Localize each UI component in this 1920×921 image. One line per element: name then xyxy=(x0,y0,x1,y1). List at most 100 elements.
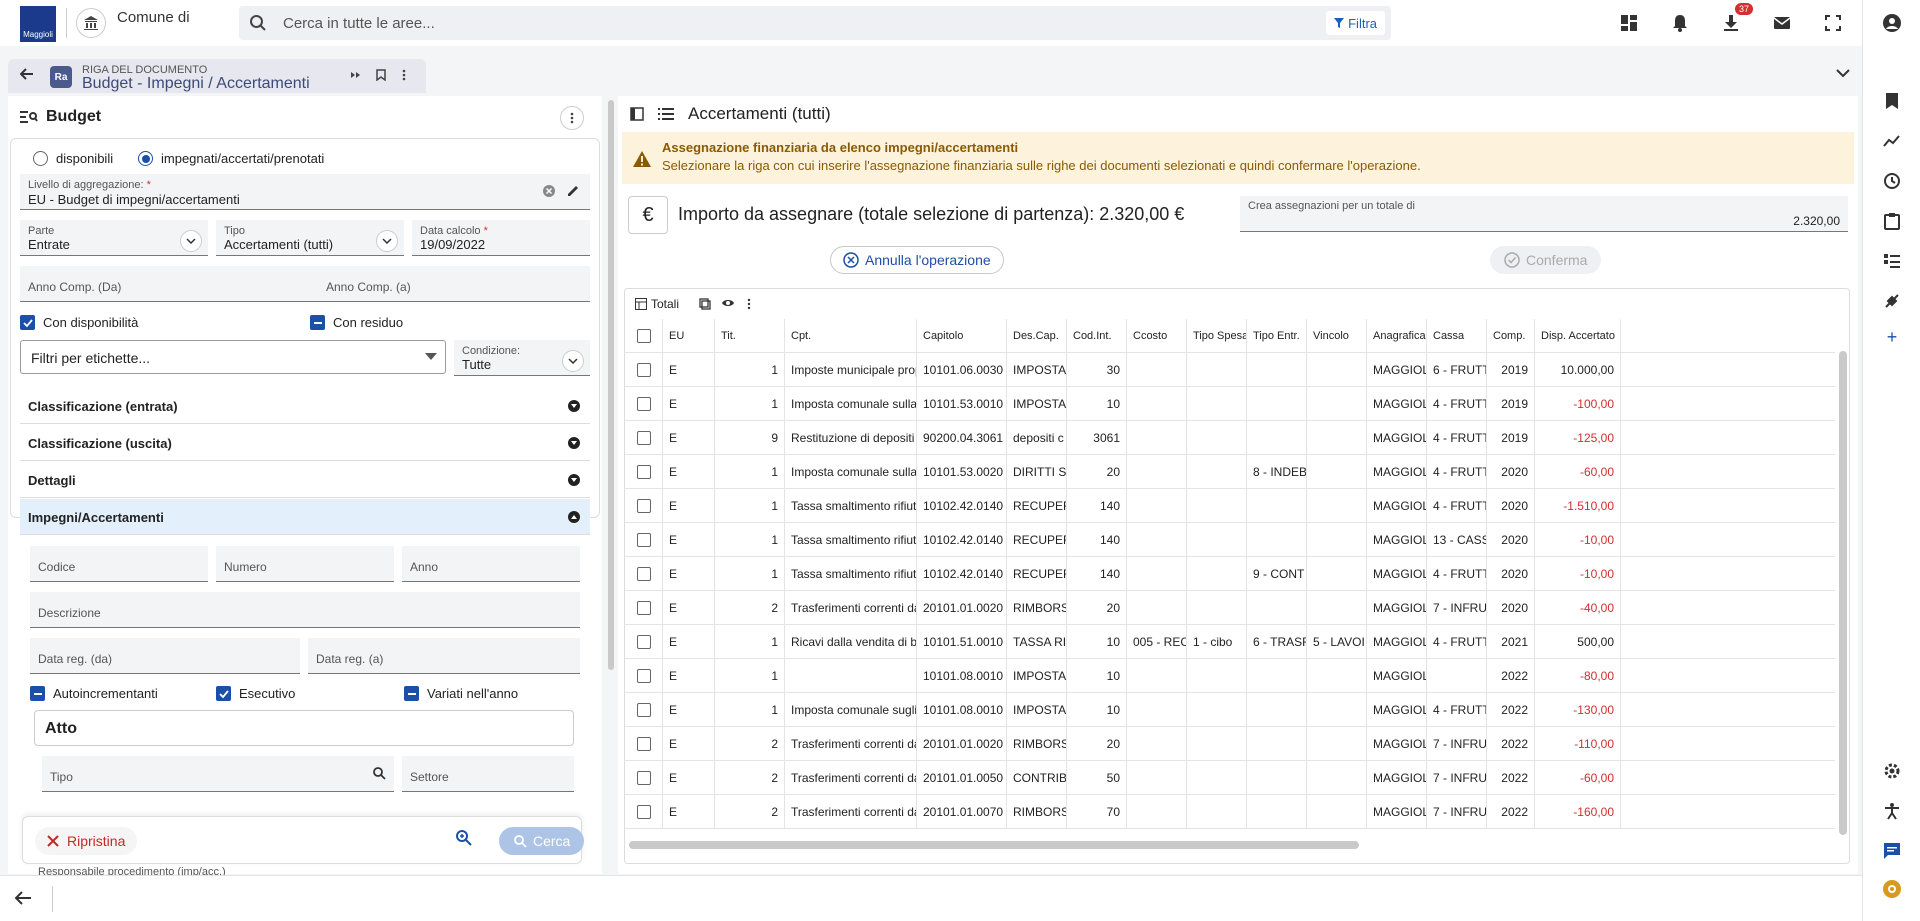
copy-icon[interactable] xyxy=(699,298,711,310)
radio-impegnati[interactable]: impegnati/accertati/prenotati xyxy=(138,151,324,166)
column-header[interactable]: Comp. xyxy=(1487,319,1535,353)
table-row[interactable]: E 1 Imposta comunale sulla 10101.53.0020 DIR… xyxy=(625,455,1835,489)
chevron-down-icon[interactable] xyxy=(180,230,202,252)
eye-icon[interactable] xyxy=(721,298,735,308)
column-header[interactable]: EU xyxy=(663,319,715,353)
clear-icon[interactable] xyxy=(542,184,556,198)
zoom-search-icon[interactable] xyxy=(455,829,473,847)
section-classificazione-uscita[interactable]: Classificazione (uscita) xyxy=(20,425,590,461)
column-header[interactable]: Tit. xyxy=(715,319,785,353)
numero-field[interactable]: Numero xyxy=(216,546,394,582)
back-arrow-icon[interactable] xyxy=(20,67,34,81)
data-reg-da-field[interactable]: Data reg. (da) xyxy=(30,638,300,674)
radio-disponibili[interactable]: disponibili xyxy=(33,151,113,166)
dashboard-icon[interactable] xyxy=(1616,10,1642,36)
condizione-select[interactable]: Condizione: Tutte xyxy=(454,340,590,376)
autoincrementanti-checkbox[interactable]: Autoincrementanti xyxy=(30,686,158,701)
atto-tipo-field[interactable]: Tipo xyxy=(42,756,394,792)
parte-select[interactable]: Parte Entrate xyxy=(20,220,208,256)
more-vert-icon[interactable] xyxy=(402,69,406,81)
more-vert-icon[interactable] xyxy=(747,298,751,310)
variati-checkbox[interactable]: Variati nell'anno xyxy=(404,686,518,701)
select-all-checkbox[interactable] xyxy=(636,329,651,343)
row-checkbox[interactable] xyxy=(636,737,651,751)
municipality-icon[interactable] xyxy=(76,8,106,38)
table-row[interactable]: E 2 Trasferimenti correnti da 20101.01.0070… xyxy=(625,795,1835,829)
column-header[interactable]: Vincolo xyxy=(1307,319,1367,353)
link-icon[interactable] xyxy=(350,69,362,81)
column-header[interactable]: Cod.Int. xyxy=(1067,319,1127,353)
filter-button[interactable]: Filtra xyxy=(1326,11,1385,35)
annulla-operazione-button[interactable]: Annulla l'operazione xyxy=(830,246,1004,274)
column-header[interactable]: Anagrafica xyxy=(1367,319,1427,353)
vertical-scrollbar[interactable] xyxy=(1839,351,1847,835)
maggioli-logo[interactable]: Maggioli xyxy=(20,6,56,42)
back-arrow-icon[interactable] xyxy=(14,890,32,906)
row-checkbox[interactable] xyxy=(636,533,651,547)
section-classificazione-entrata[interactable]: Classificazione (entrata) xyxy=(20,388,590,424)
row-checkbox[interactable] xyxy=(636,363,651,377)
row-checkbox[interactable] xyxy=(636,805,651,819)
esecutivo-checkbox[interactable]: Esecutivo xyxy=(216,686,295,701)
row-checkbox[interactable] xyxy=(636,397,651,411)
row-checkbox[interactable] xyxy=(636,499,651,513)
chevron-down-icon[interactable] xyxy=(1836,68,1850,78)
row-checkbox[interactable] xyxy=(636,431,651,445)
table-row[interactable]: E1Ricavi dalla vendita di beni10101.51.0… xyxy=(625,625,1835,659)
clipboard-icon[interactable] xyxy=(1881,210,1903,232)
table-row[interactable]: E 2 Trasferimenti correnti da 20101.01.0050… xyxy=(625,761,1835,795)
column-header[interactable]: Tipo Entr. xyxy=(1247,319,1307,353)
chevron-down-icon[interactable] xyxy=(562,350,584,372)
column-header[interactable]: Cassa xyxy=(1427,319,1487,353)
table-row[interactable]: E 2 Trasferimenti correnti da 20101.01.0020… xyxy=(625,591,1835,625)
atto-settore-field[interactable]: Settore xyxy=(402,756,574,792)
tipo-select[interactable]: Tipo Accertamenti (tutti) xyxy=(216,220,404,256)
table-row[interactable]: E 1 Tassa smaltimento rifiuti 10102.42.0140… xyxy=(625,557,1835,591)
con-residuo-checkbox[interactable]: Con residuo xyxy=(310,315,403,330)
settings-icon[interactable] xyxy=(1881,760,1903,782)
anno-comp-da-field[interactable]: Anno Comp. (Da) xyxy=(20,266,308,302)
help-icon[interactable] xyxy=(1881,878,1903,900)
row-checkbox[interactable] xyxy=(636,601,651,615)
table-row[interactable]: E 1 Tassa smaltimento rifiuti 10102.42.0140… xyxy=(625,489,1835,523)
anno-field[interactable]: Anno xyxy=(402,546,580,582)
anno-comp-a-field[interactable]: Anno Comp. (a) xyxy=(308,266,590,302)
row-checkbox[interactable] xyxy=(636,635,651,649)
column-header[interactable]: Disp. Accertato xyxy=(1535,319,1621,353)
left-scrollbar[interactable] xyxy=(608,100,614,670)
ripristina-button[interactable]: Ripristina xyxy=(35,827,138,855)
chevron-down-icon[interactable] xyxy=(376,230,398,252)
table-row[interactable]: E 2 Trasferimenti correnti da 20101.01.0020… xyxy=(625,727,1835,761)
section-dettagli[interactable]: Dettagli xyxy=(20,462,590,498)
bookmark-icon[interactable] xyxy=(1881,90,1903,112)
table-row[interactable]: E 1 Imposta comunale sulla 10101.53.0010 IMP… xyxy=(625,387,1835,421)
row-checkbox[interactable] xyxy=(636,465,651,479)
codice-field[interactable]: Codice xyxy=(30,546,208,582)
column-header[interactable]: Tipo Spesa xyxy=(1187,319,1247,353)
data-reg-a-field[interactable]: Data reg. (a) xyxy=(308,638,580,674)
fullscreen-icon[interactable] xyxy=(1820,10,1846,36)
edit-icon[interactable] xyxy=(566,184,580,198)
data-calcolo-field[interactable]: Data calcolo * 19/09/2022 xyxy=(412,220,590,256)
livello-aggregazione-field[interactable]: Livello di aggregazione: * EU - Budget d… xyxy=(20,174,590,210)
row-checkbox[interactable] xyxy=(636,703,651,717)
accessibility-icon[interactable] xyxy=(1881,800,1903,822)
row-checkbox[interactable] xyxy=(636,567,651,581)
section-impegni-accertamenti[interactable]: Impegni/Accertamenti xyxy=(20,499,590,535)
search-placeholder[interactable]: Cerca in tutte le aree... xyxy=(283,15,435,32)
column-header[interactable]: Capitolo xyxy=(917,319,1007,353)
row-checkbox[interactable] xyxy=(636,669,651,683)
column-header[interactable]: Ccosto xyxy=(1127,319,1187,353)
table-row[interactable]: E 1 Imposta comunale sugli 10101.08.0010 IMP… xyxy=(625,693,1835,727)
user-icon[interactable] xyxy=(1881,12,1903,34)
totali-button[interactable]: Totali xyxy=(635,297,679,311)
descrizione-field[interactable]: Descrizione xyxy=(30,592,580,628)
filtri-etichette-select[interactable]: Filtri per etichette... xyxy=(20,340,446,374)
crea-assegnazioni-field[interactable]: Crea assegnazioni per un totale di 2.320… xyxy=(1240,196,1848,232)
horizontal-scrollbar[interactable] xyxy=(629,841,1359,849)
sidebar-toggle-icon[interactable] xyxy=(630,107,644,121)
search-icon[interactable] xyxy=(372,766,386,780)
cerca-button[interactable]: Cerca xyxy=(499,827,585,855)
notifications-icon[interactable] xyxy=(1667,10,1693,36)
trending-icon[interactable] xyxy=(1881,130,1903,152)
